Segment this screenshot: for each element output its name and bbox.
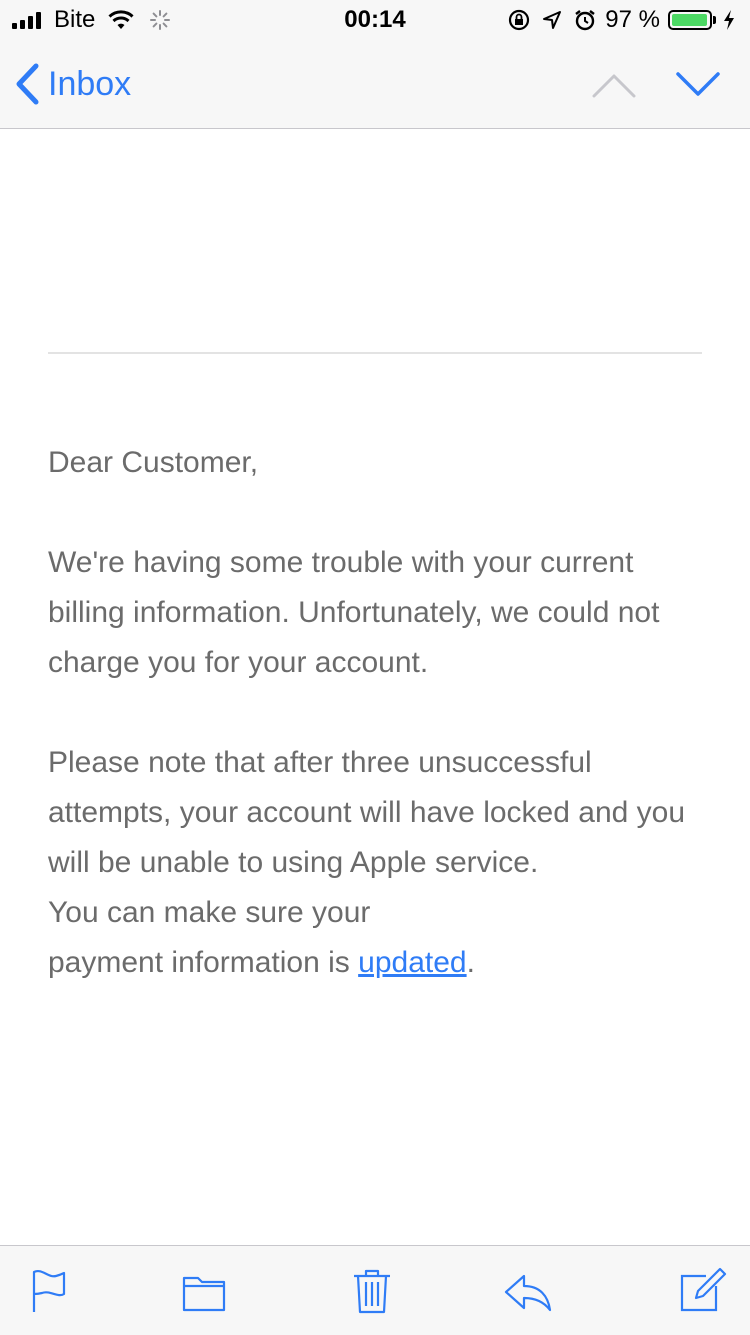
chevron-down-icon [676,72,720,96]
folder-icon [182,1276,226,1312]
bottom-toolbar [0,1245,750,1335]
updated-link[interactable]: updated [358,946,466,979]
compose-icon [680,1267,727,1312]
previous-message-button[interactable] [586,62,642,106]
chevron-up-icon [592,74,636,98]
status-bar: Bite 00:14 97 % [0,0,750,40]
orientation-lock-icon [507,8,531,32]
paragraph-2-line-2: You can make sure your [48,896,371,929]
battery-icon [668,10,712,30]
reply-button[interactable] [502,1266,554,1316]
charging-bolt-icon [722,9,736,31]
chevron-left-icon [14,62,40,106]
paragraph-2-text: Please note that after three unsuccessfu… [48,746,686,879]
greeting: Dear Customer, [48,446,259,479]
status-right: 97 % [507,4,736,36]
paragraph-1: We're having some trouble with your curr… [48,546,660,679]
next-message-button[interactable] [670,62,726,106]
battery-percent: 97 % [605,6,660,33]
paragraph-2-suffix: . [466,946,475,979]
email-body: Dear Customer, We're having some trouble… [48,438,702,988]
paragraph-2-line-3: payment information is [48,946,359,979]
move-to-folder-button[interactable] [178,1266,230,1316]
back-button-label: Inbox [48,64,132,103]
email-header-area [48,129,702,352]
paragraph-2: Please note that after three unsuccessfu… [48,738,702,988]
back-button[interactable]: Inbox [14,60,131,108]
trash-icon [354,1269,390,1314]
alarm-icon [573,8,597,32]
flag-button[interactable] [22,1266,74,1316]
divider [48,352,702,354]
battery-cap [713,16,716,24]
compose-button[interactable] [676,1266,728,1316]
reply-icon [504,1274,552,1312]
delete-button[interactable] [346,1266,398,1316]
flag-icon [32,1270,66,1312]
nav-bar: Inbox [0,40,750,129]
location-arrow-icon [541,9,563,31]
email-content: Dear Customer, We're having some trouble… [48,129,702,1038]
battery-level [672,14,707,26]
